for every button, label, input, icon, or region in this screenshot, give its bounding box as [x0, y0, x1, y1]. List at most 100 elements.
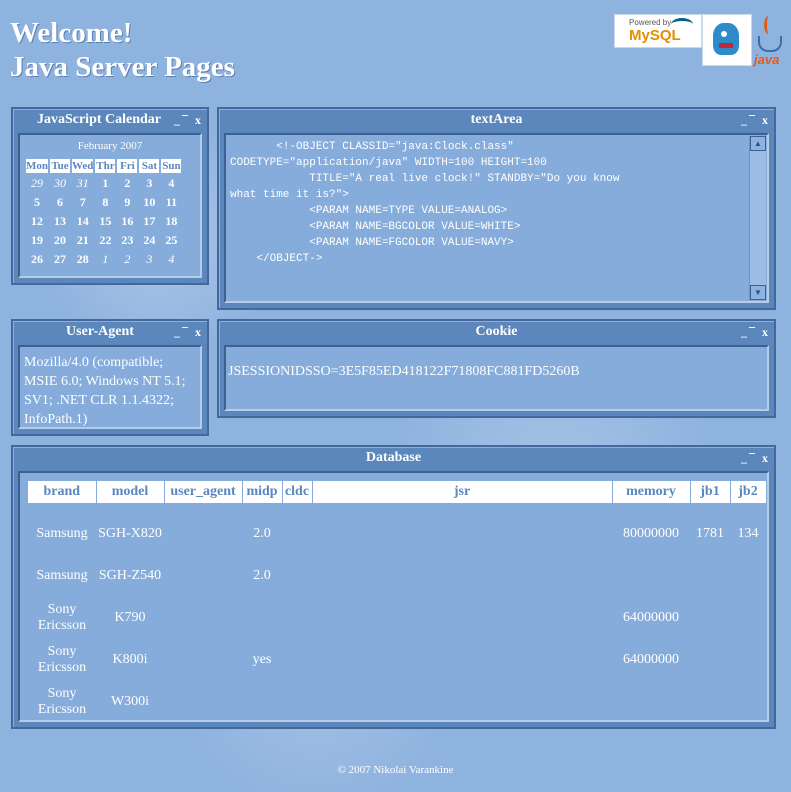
calendar-day[interactable]: 8 [95, 194, 115, 211]
calendar-day[interactable]: 25 [161, 232, 181, 249]
calendar-day[interactable]: 28 [72, 251, 93, 268]
scroll-down-button[interactable]: ▼ [750, 285, 766, 300]
table-row: Samsung SGH-X820 2.0 80000000 1781 134 [28, 503, 766, 555]
textarea-window-title: textArea [470, 112, 523, 127]
column-header[interactable]: jb2 [730, 481, 767, 503]
calendar-day[interactable]: 15 [95, 213, 115, 230]
close-button[interactable]: x [762, 325, 770, 339]
table-cell [312, 597, 612, 639]
maximize-button[interactable]: ¯ [749, 451, 757, 465]
minimize-button[interactable]: _ [174, 325, 182, 339]
table-cell [282, 597, 312, 639]
maximize-button[interactable]: ¯ [182, 325, 190, 339]
column-header[interactable]: memory [612, 481, 691, 503]
close-button[interactable]: x [195, 113, 203, 127]
column-header[interactable]: cldc [282, 481, 313, 503]
scroll-up-button[interactable]: ▲ [750, 136, 766, 151]
calendar-window: JavaScript Calendar _¯ x February 2007 M… [11, 107, 209, 285]
calendar-day[interactable]: 12 [26, 213, 48, 230]
calendar-day[interactable]: 19 [26, 232, 48, 249]
calendar-day[interactable]: 21 [72, 232, 93, 249]
column-header[interactable]: jsr [312, 481, 613, 503]
column-header[interactable]: user_agent [164, 481, 243, 503]
database-window-header[interactable]: Database _¯ x [13, 447, 774, 469]
table-cell: Sony Ericsson [37, 644, 87, 675]
calendar-day[interactable]: 4 [161, 251, 181, 268]
calendar-day[interactable]: 10 [139, 194, 159, 211]
maximize-button[interactable]: ¯ [749, 113, 757, 127]
database-body: brand model user_agent midp cldc jsr mem… [18, 471, 769, 722]
calendar-day[interactable]: 5 [26, 194, 48, 211]
calendar-day[interactable]: 3 [139, 175, 159, 192]
calendar-day[interactable]: 14 [72, 213, 93, 230]
close-button[interactable]: x [762, 113, 770, 127]
calendar-day[interactable]: 4 [161, 175, 181, 192]
table-cell: W300i [110, 694, 150, 709]
title-line-2: Java Server Pages [10, 51, 235, 83]
table-row: Samsung SGH-Z540 2.0 [28, 555, 766, 597]
table-cell [282, 555, 312, 597]
calendar-day[interactable]: 31 [72, 175, 93, 192]
calendar-day[interactable]: 29 [26, 175, 48, 192]
java-logo[interactable]: java [752, 14, 786, 70]
calendar-day[interactable]: 18 [161, 213, 181, 230]
minimize-button[interactable]: _ [741, 113, 749, 127]
dragon-eye-icon [721, 31, 727, 37]
database-table: brand model user_agent midp cldc jsr mem… [28, 481, 767, 723]
calendar-day[interactable]: 3 [139, 251, 159, 268]
calendar-day[interactable]: 9 [117, 194, 137, 211]
database-window-title: Database [365, 450, 422, 465]
code-textarea[interactable]: <!-OBJECT CLASSID="java:Clock.class" COD… [228, 137, 747, 299]
minimize-button[interactable]: _ [741, 325, 749, 339]
calendar-day[interactable]: 30 [50, 175, 70, 192]
calendar-day[interactable]: 23 [117, 232, 137, 249]
column-header[interactable]: midp [242, 481, 283, 503]
table-cell [730, 597, 766, 639]
calendar-day[interactable]: 1 [95, 251, 115, 268]
minimize-button[interactable]: _ [741, 451, 749, 465]
calendar-day[interactable]: 24 [139, 232, 159, 249]
textarea-window-header[interactable]: textArea _¯ x [219, 109, 774, 131]
calendar-grid: Mon Tue Wed Thr Fri Sat Sun 29 30 31 1 2… [24, 157, 183, 270]
table-cell [690, 639, 730, 681]
calendar-day[interactable]: 17 [139, 213, 159, 230]
column-header[interactable]: brand [28, 481, 97, 503]
calendar-window-header[interactable]: JavaScript Calendar _¯ x [13, 109, 207, 131]
table-cell [312, 681, 612, 723]
close-button[interactable]: x [762, 451, 770, 465]
calendar-day[interactable]: 26 [26, 251, 48, 268]
column-header[interactable]: jb1 [690, 481, 731, 503]
table-row: Sony Ericsson K790 64000000 [28, 597, 766, 639]
calendar-day[interactable]: 22 [95, 232, 115, 249]
calendar-day[interactable]: 1 [95, 175, 115, 192]
calendar-day[interactable]: 11 [161, 194, 181, 211]
useragent-body: Mozilla/4.0 (compatible; MSIE 6.0; Windo… [18, 345, 202, 429]
textarea-window: textArea _¯ x <!-OBJECT CLASSID="java:Cl… [217, 107, 776, 310]
column-header[interactable]: model [96, 481, 165, 503]
table-cell [164, 597, 242, 639]
table-cell: Sony Ericsson [37, 602, 87, 633]
dragon-mouth-icon [719, 43, 733, 48]
java-logo-text: java [754, 52, 780, 67]
useragent-window-header[interactable]: User-Agent _¯ x [13, 321, 207, 343]
cookie-window-header[interactable]: Cookie _¯ x [219, 321, 774, 343]
maximize-button[interactable]: ¯ [182, 113, 190, 127]
calendar-day[interactable]: 16 [117, 213, 137, 230]
mysql-logo[interactable]: Powered by MySQL [614, 14, 702, 48]
minimize-button[interactable]: _ [174, 113, 182, 127]
calendar-day[interactable]: 27 [50, 251, 70, 268]
calendar-day[interactable]: 7 [72, 194, 93, 211]
vertical-scrollbar[interactable]: ▲ ▼ [749, 136, 766, 300]
calendar-day[interactable]: 13 [50, 213, 70, 230]
dragon-logo[interactable] [702, 14, 752, 66]
close-button[interactable]: x [195, 325, 203, 339]
calendar-day[interactable]: 2 [117, 175, 137, 192]
calendar-day[interactable]: 20 [50, 232, 70, 249]
calendar-day-header: Thr [95, 159, 116, 173]
calendar-day[interactable]: 2 [117, 251, 137, 268]
table-cell [164, 555, 242, 597]
calendar-day[interactable]: 6 [50, 194, 70, 211]
maximize-button[interactable]: ¯ [749, 325, 757, 339]
mysql-logo-text: MySQL [629, 27, 681, 44]
table-cell: 64000000 [623, 610, 679, 625]
